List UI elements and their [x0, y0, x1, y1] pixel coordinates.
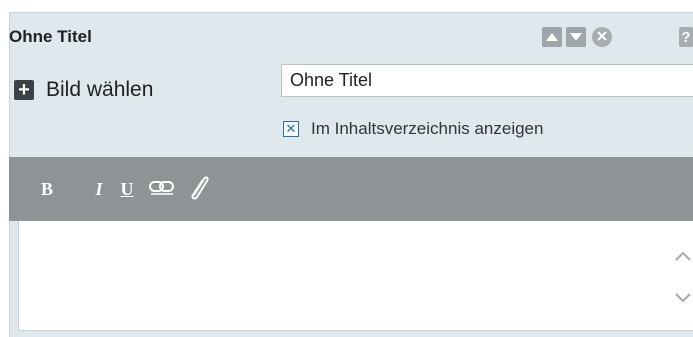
close-icon [597, 28, 607, 46]
scroll-down-button[interactable] [673, 289, 693, 309]
title-input[interactable] [281, 64, 693, 97]
attachment-button[interactable] [189, 176, 209, 200]
triangle-down-icon [570, 28, 582, 46]
link-button[interactable] [149, 178, 175, 200]
help-button[interactable]: ? [679, 27, 693, 47]
toc-checkbox[interactable]: ✕ [283, 121, 299, 137]
link-icon [149, 179, 175, 200]
choose-image-label: Bild wählen [46, 78, 154, 101]
help-icon: ? [681, 28, 691, 46]
toc-checkbox-row[interactable]: ✕ Im Inhaltsverzeichnis anzeigen [283, 119, 543, 139]
chevron-down-icon [675, 290, 691, 308]
triangle-up-icon [546, 28, 558, 46]
editor-toolbar: B I U [9, 157, 693, 221]
underline-button[interactable]: U [119, 178, 135, 200]
paperclip-icon [188, 173, 210, 206]
scroll-up-button[interactable] [673, 247, 693, 267]
text-editor-area[interactable] [18, 221, 693, 331]
move-down-button[interactable] [566, 27, 586, 47]
chevron-up-icon [675, 248, 691, 266]
italic-button[interactable]: I [91, 178, 107, 200]
remove-button[interactable] [592, 27, 612, 47]
move-up-button[interactable] [542, 27, 562, 47]
toc-checkbox-label: Im Inhaltsverzeichnis anzeigen [311, 119, 544, 138]
choose-image-button[interactable]: + Bild wählen [14, 78, 153, 102]
widget-title: Ohne Titel [9, 27, 92, 46]
plus-icon: + [14, 80, 34, 100]
bold-button[interactable]: B [39, 178, 55, 200]
